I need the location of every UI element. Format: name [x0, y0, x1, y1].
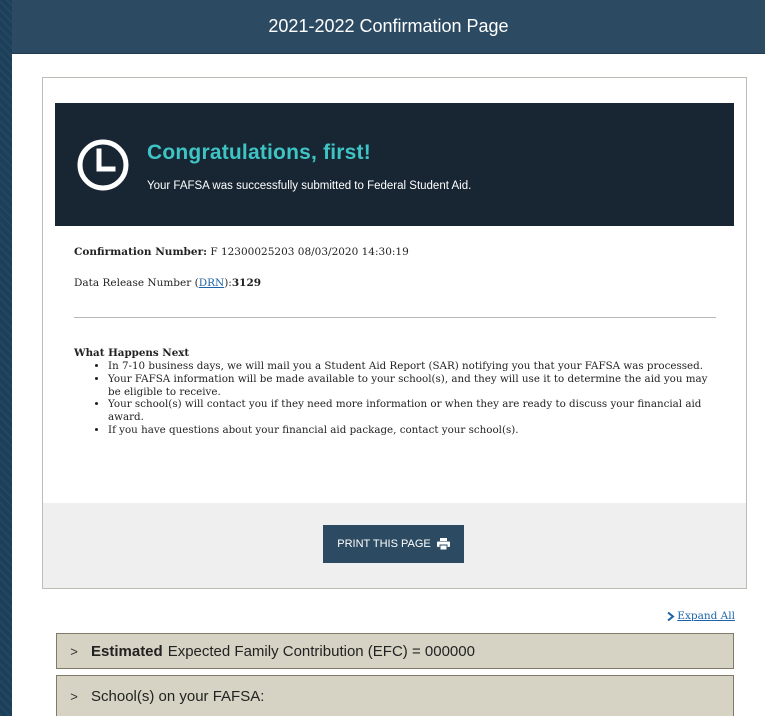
print-area: PRINT THIS PAGE: [43, 503, 746, 588]
what-next-list: In 7-10 business days, we will mail you …: [108, 360, 719, 437]
confirmation-value: F 12300025203 08/03/2020 14:30:19: [210, 246, 409, 258]
list-item: In 7-10 business days, we will mail you …: [108, 360, 719, 373]
data-release-number: Data Release Number (DRN):3129: [74, 277, 261, 289]
accordion-efc[interactable]: > Estimated Expected Family Contribution…: [56, 633, 734, 669]
banner-title: Congratulations, first!: [147, 141, 371, 164]
chevron-right-icon: [667, 611, 675, 621]
chevron-right-icon: >: [70, 643, 78, 659]
what-next-title: What Happens Next: [74, 347, 190, 359]
drn-prefix: Data Release Number (: [74, 277, 199, 289]
accordion-schools[interactable]: > School(s) on your FAFSA:: [56, 675, 734, 716]
drn-link[interactable]: DRN: [199, 277, 225, 289]
efc-label: Expected Family Contribution (EFC) = 000…: [167, 642, 475, 660]
clock-icon: [77, 139, 129, 191]
confirmation-label: Confirmation Number:: [74, 246, 207, 258]
what-happens-next: What Happens Next In 7-10 business days,…: [74, 347, 719, 437]
divider: [74, 317, 716, 318]
list-item: Your FAFSA information will be made avai…: [108, 373, 719, 399]
confirmation-window: 2021-2022 Confirmation Page Congratulati…: [12, 0, 765, 716]
schools-label: School(s) on your FAFSA:: [91, 687, 265, 705]
confirmation-card: Congratulations, first! Your FAFSA was s…: [42, 77, 747, 589]
print-page-button[interactable]: PRINT THIS PAGE: [323, 525, 464, 563]
drn-suffix: ):: [224, 277, 232, 289]
printer-icon: [436, 538, 450, 550]
expand-all-link[interactable]: Expand All: [667, 610, 735, 622]
chevron-right-icon: >: [70, 688, 78, 704]
banner-subtitle: Your FAFSA was successfully submitted to…: [147, 180, 472, 192]
page-header: 2021-2022 Confirmation Page: [12, 0, 765, 54]
print-label: PRINT THIS PAGE: [337, 538, 431, 550]
efc-bold-label: Estimated: [91, 642, 163, 660]
list-item: Your school(s) will contact you if they …: [108, 398, 719, 424]
page-title: 2021-2022 Confirmation Page: [268, 16, 509, 36]
confirmation-number: Confirmation Number: F 12300025203 08/03…: [74, 246, 409, 258]
expand-all-label: Expand All: [677, 610, 735, 622]
list-item: If you have questions about your financi…: [108, 424, 719, 437]
drn-value: 3129: [231, 277, 262, 289]
success-banner: Congratulations, first! Your FAFSA was s…: [55, 103, 734, 226]
